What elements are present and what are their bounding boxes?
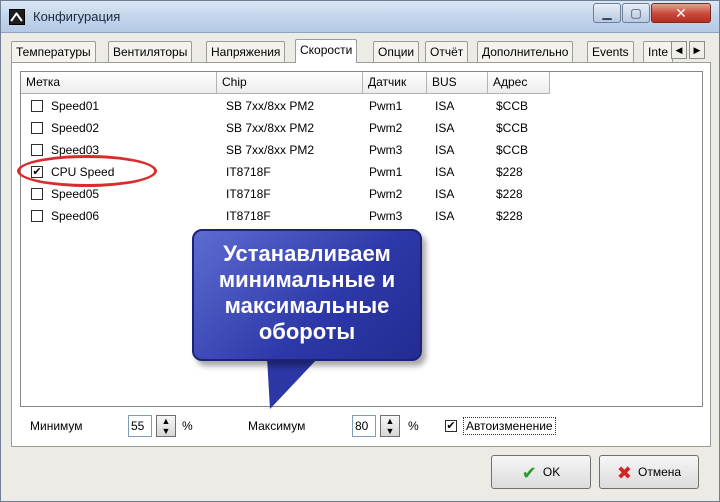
- column-header-address[interactable]: Адрес: [488, 72, 550, 94]
- row-checkbox[interactable]: [31, 122, 43, 134]
- maximize-icon: ▢: [630, 6, 642, 20]
- column-header-sensor[interactable]: Датчик: [363, 72, 427, 94]
- row-label: Speed02: [51, 121, 100, 135]
- row-bus: ISA: [435, 143, 455, 157]
- maximum-percent-sign: %: [408, 419, 419, 433]
- maximize-button[interactable]: ▢: [622, 3, 650, 23]
- row-chip: SB 7xx/8xx PM2: [226, 99, 315, 113]
- row-chip: IT8718F: [226, 209, 271, 223]
- callout-line-1: Устанавливаем: [223, 241, 391, 266]
- row-chip: SB 7xx/8xx PM2: [226, 143, 315, 157]
- configuration-window: Конфигурация ▁ ▢ ✕ Температуры Вентилято…: [0, 0, 720, 502]
- tab-report[interactable]: Отчёт: [425, 41, 469, 62]
- row-sensor: Pwm1: [369, 99, 403, 113]
- auto-change-label[interactable]: Автоизменение: [463, 417, 556, 435]
- tab-voltages[interactable]: Напряжения: [206, 41, 286, 62]
- row-checkbox[interactable]: [31, 188, 43, 200]
- row-bus: ISA: [435, 121, 455, 135]
- arrow-right-icon: ▶: [693, 45, 701, 55]
- minimum-input[interactable]: 55: [128, 415, 152, 437]
- window-title: Конфигурация: [33, 9, 121, 24]
- row-label: Speed01: [51, 99, 100, 113]
- row-sensor: Pwm3: [369, 209, 403, 223]
- column-header-chip[interactable]: Chip: [217, 72, 363, 94]
- minimum-percent-sign: %: [182, 419, 193, 433]
- cancel-button[interactable]: ✖ Отмена: [599, 455, 699, 489]
- checkmark-icon: ✔: [521, 462, 537, 483]
- annotation-callout: Устанавливаем минимальные и максимальные…: [192, 229, 422, 361]
- maximum-spinner[interactable]: ▲ ▼: [380, 415, 400, 437]
- row-chip: IT8718F: [226, 187, 271, 201]
- row-bus: ISA: [435, 209, 455, 223]
- tab-temperatures[interactable]: Температуры: [11, 41, 96, 62]
- tab-options[interactable]: Опции: [373, 41, 420, 62]
- row-chip: SB 7xx/8xx PM2: [226, 121, 315, 135]
- tab-speeds[interactable]: Скорости: [295, 39, 358, 63]
- tab-advanced[interactable]: Дополнительно: [477, 41, 574, 62]
- row-address: $228: [496, 187, 523, 201]
- list-header: Метка Chip Датчик BUS Адрес: [21, 72, 702, 94]
- maximum-input[interactable]: 80: [352, 415, 376, 437]
- tab-scroll-left-button[interactable]: ◀: [671, 41, 687, 59]
- ok-button[interactable]: ✔ OK: [491, 455, 591, 489]
- row-address: $CCB: [496, 121, 529, 135]
- row-checkbox[interactable]: [31, 144, 43, 156]
- spin-arrows-icon: ▲ ▼: [161, 416, 171, 436]
- cross-icon: ✖: [616, 462, 633, 483]
- row-label: Speed06: [51, 209, 100, 223]
- row-address: $228: [496, 209, 523, 223]
- row-sensor: Pwm2: [369, 187, 403, 201]
- maximum-label: Максимум: [248, 419, 306, 433]
- tab-events[interactable]: Events: [587, 41, 634, 62]
- row-bus: ISA: [435, 99, 455, 113]
- tab-strip: Температуры Вентиляторы Напряжения Скоро…: [11, 39, 711, 63]
- app-icon: [9, 9, 25, 25]
- table-row[interactable]: Speed01 SB 7xx/8xx PM2 Pwm1 ISA $CCB: [21, 95, 561, 117]
- row-sensor: Pwm3: [369, 143, 403, 157]
- spin-arrows-icon: ▲ ▼: [385, 416, 395, 436]
- tab-scroll-right-button[interactable]: ▶: [689, 41, 705, 59]
- callout-line-2: минимальные и: [218, 267, 396, 292]
- arrow-left-icon: ◀: [675, 45, 683, 55]
- row-checkbox[interactable]: [31, 210, 43, 222]
- row-sensor: Pwm2: [369, 121, 403, 135]
- minimum-spinner[interactable]: ▲ ▼: [156, 415, 176, 437]
- row-bus: ISA: [435, 165, 455, 179]
- title-bar[interactable]: Конфигурация ▁ ▢ ✕: [1, 1, 719, 33]
- auto-change-checkbox[interactable]: ✔: [445, 420, 457, 432]
- minimum-label: Минимум: [30, 419, 83, 433]
- close-button[interactable]: ✕: [651, 3, 711, 23]
- cancel-button-label: Отмена: [638, 465, 682, 479]
- minimize-icon: ▁: [602, 6, 612, 20]
- row-bus: ISA: [435, 187, 455, 201]
- row-chip: IT8718F: [226, 165, 271, 179]
- column-header-bus[interactable]: BUS: [427, 72, 488, 94]
- callout-line-3: максимальные: [224, 293, 390, 318]
- speed-limits-controls: Минимум 55 ▲ ▼ % Максимум 80 ▲ ▼ % ✔ Автои…: [12, 415, 710, 441]
- table-row[interactable]: Speed02 SB 7xx/8xx PM2 Pwm2 ISA $CCB: [21, 117, 561, 139]
- tab-fans[interactable]: Вентиляторы: [108, 41, 193, 62]
- table-row[interactable]: Speed06 IT8718F Pwm3 ISA $228: [21, 205, 561, 227]
- tab-inte[interactable]: Inte: [643, 41, 674, 62]
- row-address: $CCB: [496, 99, 529, 113]
- row-address: $CCB: [496, 143, 529, 157]
- row-address: $228: [496, 165, 523, 179]
- column-header-label[interactable]: Метка: [21, 72, 217, 94]
- row-checkbox[interactable]: [31, 100, 43, 112]
- close-icon: ✕: [675, 5, 687, 21]
- cpu-speed-highlight: [17, 155, 157, 187]
- ok-button-label: OK: [542, 465, 561, 479]
- minimize-button[interactable]: ▁: [593, 3, 621, 23]
- callout-line-4: обороты: [258, 319, 356, 344]
- row-sensor: Pwm1: [369, 165, 403, 179]
